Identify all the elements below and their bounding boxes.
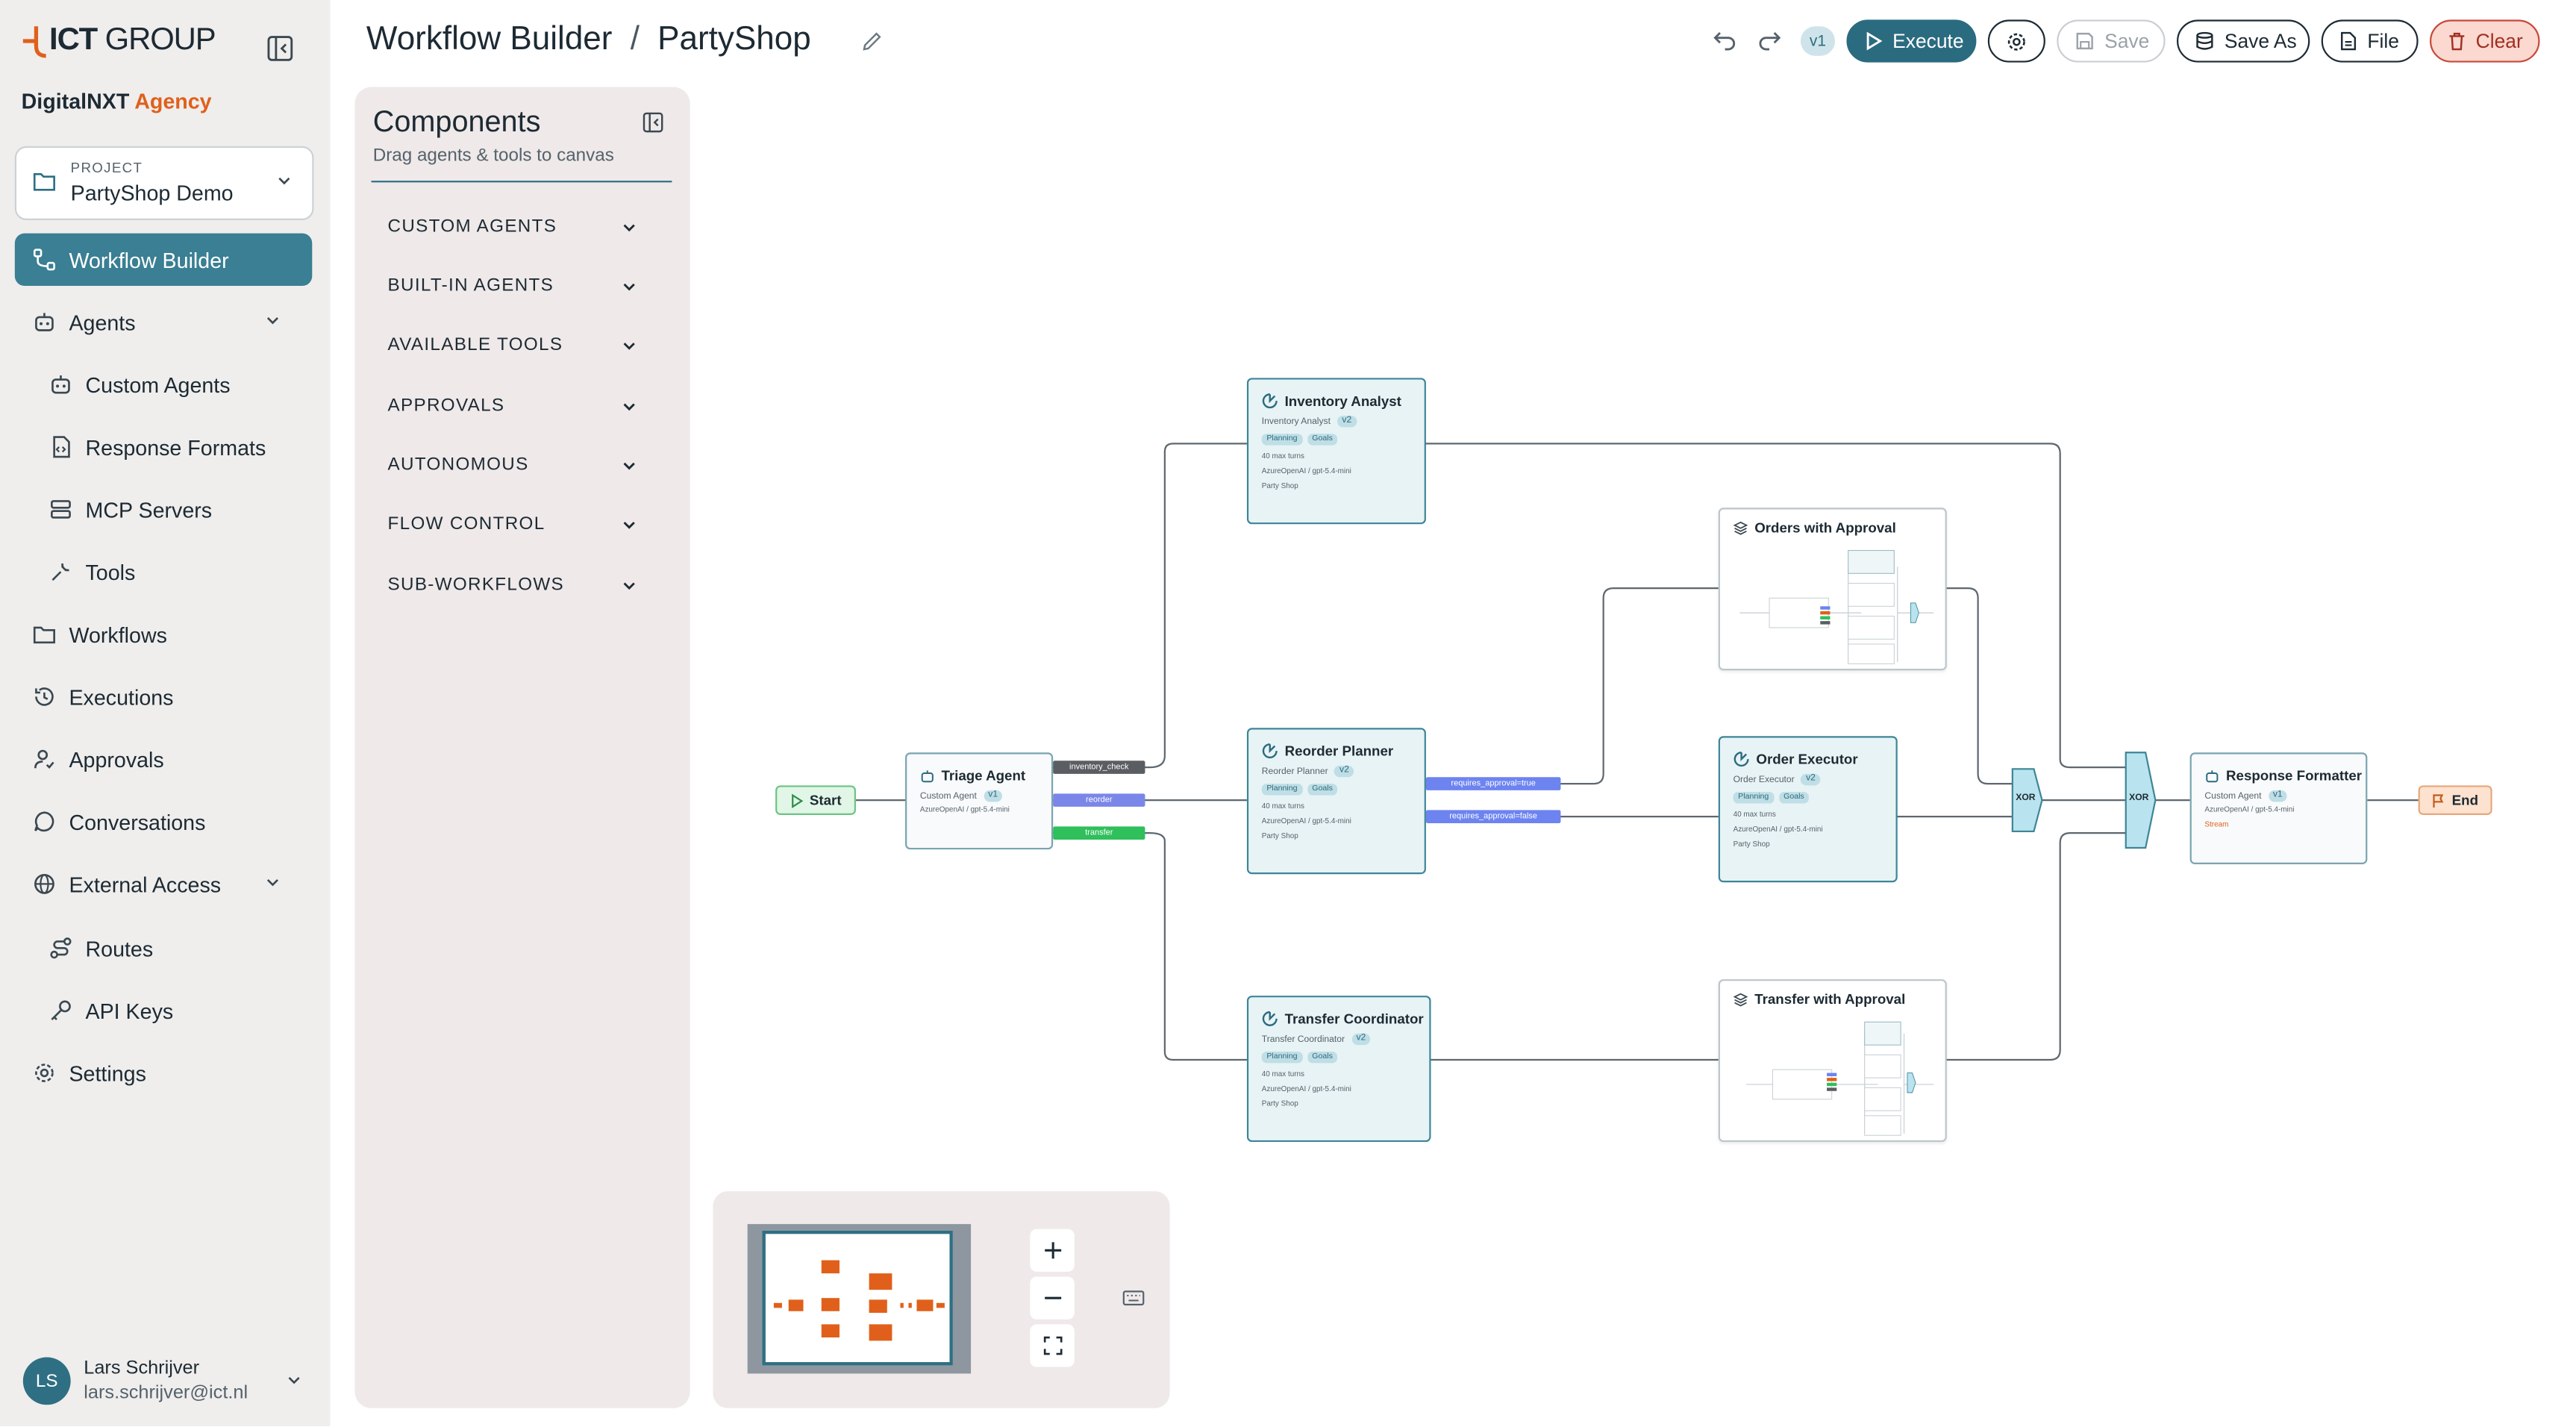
node-transfer-with-approval[interactable]: Transfer with Approval [1718,979,1947,1143]
node-title: Reorder Planner [1284,743,1394,760]
node-shop: Party Shop [1261,1099,1298,1108]
edge-label-inventory-check[interactable]: inventory_check [1053,761,1145,774]
minus-icon [1044,1296,1061,1299]
version-badge: v2 [1351,1033,1371,1046]
agent-icon [1262,743,1278,759]
end-node[interactable]: End [2418,785,2492,815]
agent-icon [1262,1011,1278,1026]
tag-goals: Goals [1307,1051,1338,1064]
node-response-formatter[interactable]: Response Formatter Custom Agent v1 AzureO… [2189,752,2368,864]
xor-label: XOR [2129,793,2149,804]
robot-icon [2206,769,2219,782]
fit-view-button[interactable] [1030,1324,1075,1367]
node-title: Inventory Analyst [1284,393,1401,410]
agent-icon [1734,752,1749,767]
version-badge: v1 [983,790,1003,802]
node-title: Response Formatter [2226,767,2363,784]
tag-planning: Planning [1261,784,1303,796]
tag-planning: Planning [1261,1051,1303,1064]
tag-goals: Goals [1307,784,1338,796]
robot-icon [921,769,934,782]
zoom-in-button[interactable] [1030,1228,1075,1272]
node-model: AzureOpenAI / gpt-5.4-mini [1261,816,1351,825]
node-subtitle: Reorder Planner [1261,766,1328,777]
node-shop: Party Shop [1733,839,1770,848]
subworkflow-preview [1739,549,1934,664]
node-subtitle: Order Executor [1733,775,1795,785]
node-subtitle: Transfer Coordinator [1261,1034,1345,1045]
node-shop: Party Shop [1261,831,1298,840]
workflow-edges [855,443,2419,1061]
node-model: AzureOpenAI / gpt-5.4-mini [919,805,1010,814]
node-model: AzureOpenAI / gpt-5.4-mini [1261,1084,1351,1093]
tag-goals: Goals [1307,434,1338,446]
edge-label-approval-true[interactable]: requires_approval=true [1425,777,1561,790]
node-inventory-analyst[interactable]: Inventory Analyst Inventory Analyst v2 Pl… [1246,378,1426,525]
node-title: Transfer Coordinator [1284,1010,1424,1027]
edge-label-reorder[interactable]: reorder [1053,793,1145,807]
tag-planning: Planning [1733,792,1774,804]
node-orders-with-approval[interactable]: Orders with Approval [1718,508,1947,671]
node-model: AzureOpenAI / gpt-5.4-mini [1733,825,1823,834]
node-order-executor[interactable]: Order Executor Order Executor v2 Planning… [1718,736,1898,883]
keyboard-icon[interactable] [1122,1288,1145,1308]
node-subtitle: Inventory Analyst [1261,416,1331,427]
layers-icon [1733,520,1748,534]
zoom-out-button[interactable] [1030,1276,1075,1320]
node-model: AzureOpenAI / gpt-5.4-mini [1261,466,1351,475]
xor-label: XOR [2016,793,2036,804]
version-badge: v2 [1801,773,1821,786]
minimap-nodes [773,1260,945,1341]
layers-icon [1733,992,1748,1006]
node-transfer-coordinator[interactable]: Transfer Coordinator Transfer Coordinato… [1246,996,1431,1143]
tag-goals: Goals [1778,792,1810,804]
version-badge: v1 [2268,790,2288,802]
version-badge: v2 [1334,765,1354,778]
minimap-panel [713,1191,1170,1408]
node-stream: Stream [2204,819,2229,828]
node-turns: 40 max turns [1261,802,1305,811]
node-turns: 40 max turns [1261,452,1305,460]
start-node[interactable]: Start [775,785,856,815]
edge-label-approval-false[interactable]: requires_approval=false [1425,810,1561,823]
flag-icon [2433,793,2445,807]
node-turns: 40 max turns [1733,810,1776,819]
edge-label-transfer[interactable]: transfer [1053,826,1145,840]
node-title: Transfer with Approval [1754,990,1906,1008]
node-model: AzureOpenAI / gpt-5.4-mini [2204,805,2295,814]
tag-planning: Planning [1261,434,1303,446]
version-badge: v2 [1337,415,1357,428]
subworkflow-preview [1746,1021,1934,1136]
plus-icon [1044,1242,1061,1259]
minimap[interactable] [747,1224,972,1374]
node-reorder-planner[interactable]: Reorder Planner Reorder Planner v2 Planni… [1246,728,1426,875]
node-triage-agent[interactable]: Triage Agent Custom Agent v1 AzureOpenAI … [905,752,1054,850]
agent-icon [1262,393,1278,409]
node-title: Orders with Approval [1754,519,1896,536]
play-icon [791,793,803,808]
node-title: Order Executor [1756,751,1858,768]
fullscreen-icon [1042,1336,1062,1355]
node-turns: 40 max turns [1261,1070,1305,1078]
node-subtitle: Custom Agent [2204,791,2262,802]
node-shop: Party Shop [1261,481,1298,490]
minimap-viewport[interactable] [762,1230,953,1366]
node-title: Triage Agent [941,767,1026,784]
node-subtitle: Custom Agent [919,791,977,802]
